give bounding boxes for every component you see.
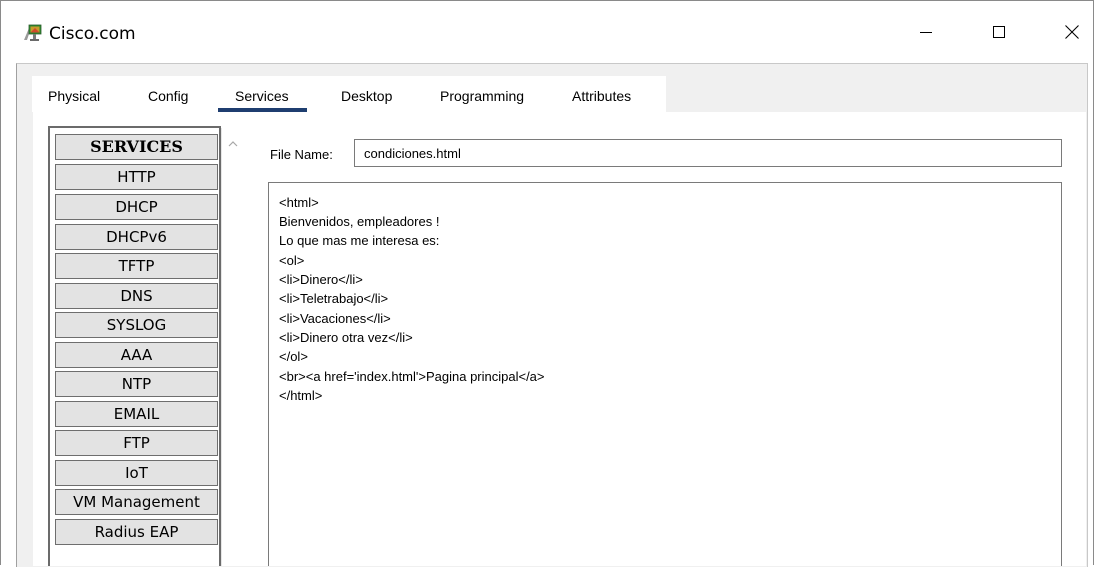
- editor-line: <li>Teletrabajo</li>: [279, 291, 389, 306]
- editor-line: <li>Vacaciones</li>: [279, 311, 391, 326]
- service-ntp[interactable]: NTP: [55, 371, 218, 397]
- service-aaa[interactable]: AAA: [55, 342, 218, 368]
- service-dhcpv6[interactable]: DHCPv6: [55, 224, 218, 250]
- services-scrollbar[interactable]: [221, 128, 244, 566]
- tab-desktop[interactable]: Desktop: [341, 88, 392, 104]
- file-name-label: File Name:: [270, 147, 333, 162]
- service-dhcp[interactable]: DHCP: [55, 194, 218, 220]
- service-iot[interactable]: IoT: [55, 460, 218, 486]
- editor-line: <br><a href='index.html'>Pagina principa…: [279, 369, 545, 384]
- close-icon: [1064, 24, 1080, 40]
- editor-line: </ol>: [279, 349, 308, 364]
- service-http[interactable]: HTTP: [55, 164, 218, 190]
- editor-line: <li>Dinero</li>: [279, 272, 363, 287]
- tab-services[interactable]: Services: [235, 88, 289, 104]
- minimize-button[interactable]: [903, 11, 949, 53]
- maximize-button[interactable]: [976, 11, 1022, 53]
- file-name-input[interactable]: [354, 139, 1062, 167]
- service-tftp[interactable]: TFTP: [55, 253, 218, 279]
- window-title: Cisco.com: [49, 24, 136, 44]
- editor-line: Bienvenidos, empleadores !: [279, 214, 440, 229]
- editor-line: </html>: [279, 388, 323, 403]
- html-editor[interactable]: <html> Bienvenidos, empleadores ! Lo que…: [268, 182, 1062, 566]
- service-vm-management[interactable]: VM Management: [55, 489, 218, 515]
- service-syslog[interactable]: SYSLOG: [55, 312, 218, 338]
- editor-line: <ol>: [279, 253, 305, 268]
- services-header[interactable]: SERVICES: [55, 134, 218, 160]
- service-email[interactable]: EMAIL: [55, 401, 218, 427]
- title-bar: Cisco.com: [1, 1, 1093, 63]
- maximize-icon: [992, 25, 1006, 39]
- minimize-icon: [919, 25, 933, 39]
- close-button[interactable]: [1049, 11, 1095, 53]
- services-list: SERVICES HTTP DHCP DHCPv6 TFTP DNS SYSLO…: [48, 126, 221, 566]
- editor-line: <html>: [279, 195, 319, 210]
- tab-programming[interactable]: Programming: [440, 88, 524, 104]
- service-radius-eap[interactable]: Radius EAP: [55, 519, 218, 545]
- service-dns[interactable]: DNS: [55, 283, 218, 309]
- tab-config[interactable]: Config: [148, 88, 188, 104]
- editor-line: <li>Dinero otra vez</li>: [279, 330, 413, 345]
- packet-tracer-pc-icon: [21, 22, 43, 44]
- scroll-up-arrow-icon[interactable]: [226, 136, 240, 147]
- service-ftp[interactable]: FTP: [55, 430, 218, 456]
- tab-bar: Physical Config Services Desktop Program…: [32, 76, 666, 112]
- editor-line: Lo que mas me interesa es:: [279, 233, 440, 248]
- tab-physical[interactable]: Physical: [48, 88, 100, 104]
- tab-attributes[interactable]: Attributes: [572, 88, 631, 104]
